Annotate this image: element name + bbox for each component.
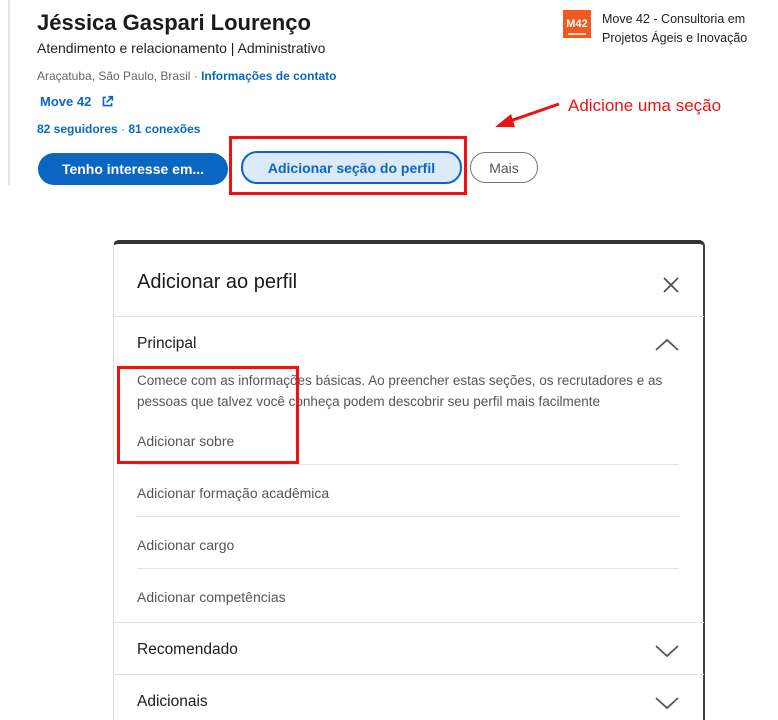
counts-separator: · (117, 122, 129, 136)
add-skills-item[interactable]: Adicionar competências (137, 589, 679, 605)
section-divider (114, 622, 704, 623)
section-recommended-header[interactable]: Recomendado (137, 641, 238, 659)
item-divider (137, 516, 679, 517)
annotation-label: Adicione uma seção (568, 96, 722, 115)
item-divider (137, 568, 679, 569)
modal-header-divider (114, 316, 704, 317)
company-link[interactable]: Move 42 (40, 94, 114, 109)
profile-name: Jéssica Gaspari Lourenço (37, 10, 311, 35)
add-to-profile-modal: Adicionar ao perfil Principal Comece com… (113, 240, 705, 720)
more-button[interactable]: Mais (470, 152, 538, 183)
location-separator: · (190, 69, 202, 83)
modal-title: Adicionar ao perfil (137, 271, 298, 293)
profile-location: Araçatuba, São Paulo, Brasil (37, 69, 191, 83)
connections-link[interactable]: 81 conexões (128, 122, 200, 136)
chevron-down-icon[interactable] (654, 695, 680, 711)
company-logo[interactable]: M42 (563, 10, 591, 38)
company-name[interactable]: Move 42 - Consultoria em Projetos Ágeis … (602, 10, 778, 48)
annotation-arrow-icon (495, 102, 560, 127)
section-additional-header[interactable]: Adicionais (137, 693, 208, 711)
company-link-label: Move 42 (40, 94, 92, 109)
company-logo-underline (568, 33, 586, 35)
section-divider (114, 674, 704, 675)
external-link-icon (102, 95, 114, 107)
location-row: Araçatuba, São Paulo, Brasil · Informaçõ… (37, 69, 336, 83)
company-logo-text: M42 (566, 18, 588, 30)
highlight-box-add-section (229, 136, 467, 195)
followers-link[interactable]: 82 seguidores (37, 122, 118, 136)
close-icon[interactable] (660, 274, 682, 296)
highlight-box-add-about (117, 366, 299, 464)
profile-card: Jéssica Gaspari Lourenço Atendimento e r… (0, 0, 778, 195)
card-left-border (8, 0, 10, 185)
profile-headline: Atendimento e relacionamento | Administr… (37, 40, 326, 56)
interest-button[interactable]: Tenho interesse em... (38, 153, 228, 185)
contact-info-link[interactable]: Informações de contato (201, 69, 336, 83)
add-education-item[interactable]: Adicionar formação acadêmica (137, 485, 679, 501)
add-position-item[interactable]: Adicionar cargo (137, 537, 679, 553)
network-counts: 82 seguidores · 81 conexões (37, 122, 200, 136)
item-divider (137, 464, 679, 465)
section-principal-header[interactable]: Principal (137, 335, 196, 353)
chevron-down-icon[interactable] (654, 643, 680, 659)
chevron-up-icon[interactable] (654, 337, 680, 353)
